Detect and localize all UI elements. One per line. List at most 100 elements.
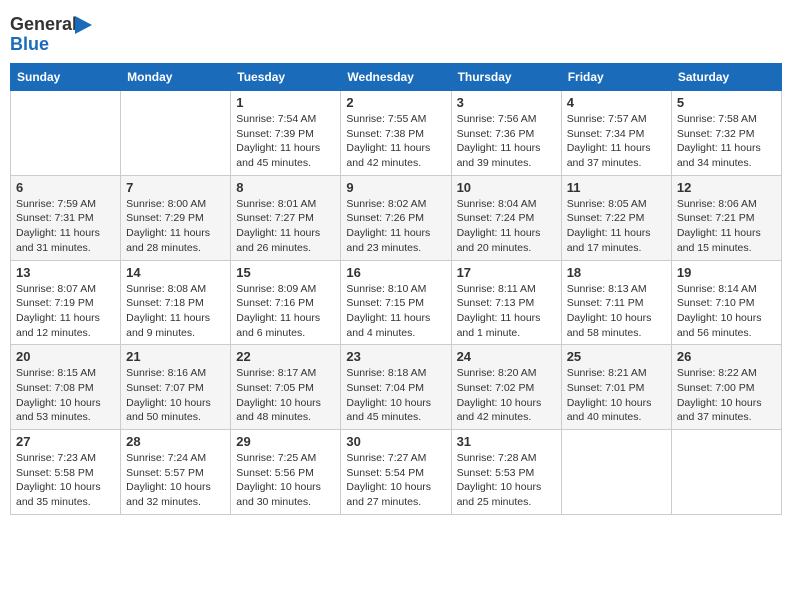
day-number: 19 — [677, 265, 776, 280]
day-number: 5 — [677, 95, 776, 110]
day-number: 8 — [236, 180, 335, 195]
day-number: 20 — [16, 349, 115, 364]
day-number: 23 — [346, 349, 445, 364]
day-info: Sunrise: 8:22 AM Sunset: 7:00 PM Dayligh… — [677, 366, 776, 425]
calendar-cell: 3 Sunrise: 7:56 AM Sunset: 7:36 PM Daylig… — [451, 91, 561, 176]
calendar-cell: 25 Sunrise: 8:21 AM Sunset: 7:01 PM Dayli… — [561, 345, 671, 430]
day-info: Sunrise: 7:28 AM Sunset: 5:53 PM Dayligh… — [457, 451, 556, 510]
calendar-cell — [671, 430, 781, 515]
week-row-1: 1 Sunrise: 7:54 AM Sunset: 7:39 PM Daylig… — [11, 91, 782, 176]
day-info: Sunrise: 7:24 AM Sunset: 5:57 PM Dayligh… — [126, 451, 225, 510]
calendar-cell: 21 Sunrise: 8:16 AM Sunset: 7:07 PM Dayli… — [121, 345, 231, 430]
page-header: GeneralBlue — [10, 10, 782, 55]
calendar-cell: 18 Sunrise: 8:13 AM Sunset: 7:11 PM Dayli… — [561, 260, 671, 345]
day-info: Sunrise: 7:25 AM Sunset: 5:56 PM Dayligh… — [236, 451, 335, 510]
day-info: Sunrise: 7:58 AM Sunset: 7:32 PM Dayligh… — [677, 112, 776, 171]
weekday-header-wednesday: Wednesday — [341, 64, 451, 91]
day-info: Sunrise: 8:16 AM Sunset: 7:07 PM Dayligh… — [126, 366, 225, 425]
svg-text:Blue: Blue — [10, 34, 49, 54]
weekday-header-tuesday: Tuesday — [231, 64, 341, 91]
day-number: 26 — [677, 349, 776, 364]
day-number: 9 — [346, 180, 445, 195]
day-info: Sunrise: 8:07 AM Sunset: 7:19 PM Dayligh… — [16, 282, 115, 341]
calendar-cell: 19 Sunrise: 8:14 AM Sunset: 7:10 PM Dayli… — [671, 260, 781, 345]
calendar-table: SundayMondayTuesdayWednesdayThursdayFrid… — [10, 63, 782, 515]
calendar-cell — [561, 430, 671, 515]
calendar-cell: 9 Sunrise: 8:02 AM Sunset: 7:26 PM Daylig… — [341, 175, 451, 260]
calendar-cell: 7 Sunrise: 8:00 AM Sunset: 7:29 PM Daylig… — [121, 175, 231, 260]
weekday-header-row: SundayMondayTuesdayWednesdayThursdayFrid… — [11, 64, 782, 91]
weekday-header-friday: Friday — [561, 64, 671, 91]
day-number: 3 — [457, 95, 556, 110]
day-number: 31 — [457, 434, 556, 449]
day-number: 14 — [126, 265, 225, 280]
day-info: Sunrise: 8:04 AM Sunset: 7:24 PM Dayligh… — [457, 197, 556, 256]
day-info: Sunrise: 7:59 AM Sunset: 7:31 PM Dayligh… — [16, 197, 115, 256]
day-number: 7 — [126, 180, 225, 195]
calendar-cell: 29Sunrise: 7:25 AM Sunset: 5:56 PM Dayli… — [231, 430, 341, 515]
day-info: Sunrise: 8:14 AM Sunset: 7:10 PM Dayligh… — [677, 282, 776, 341]
calendar-header: SundayMondayTuesdayWednesdayThursdayFrid… — [11, 64, 782, 91]
day-number: 24 — [457, 349, 556, 364]
day-number: 30 — [346, 434, 445, 449]
calendar-cell: 23 Sunrise: 8:18 AM Sunset: 7:04 PM Dayli… — [341, 345, 451, 430]
day-info: Sunrise: 7:27 AM Sunset: 5:54 PM Dayligh… — [346, 451, 445, 510]
calendar-cell: 10 Sunrise: 8:04 AM Sunset: 7:24 PM Dayli… — [451, 175, 561, 260]
day-info: Sunrise: 8:00 AM Sunset: 7:29 PM Dayligh… — [126, 197, 225, 256]
weekday-header-saturday: Saturday — [671, 64, 781, 91]
day-info: Sunrise: 7:54 AM Sunset: 7:39 PM Dayligh… — [236, 112, 335, 171]
calendar-cell: 16Sunrise: 8:10 AM Sunset: 7:15 PM Dayli… — [341, 260, 451, 345]
calendar-cell: 5 Sunrise: 7:58 AM Sunset: 7:32 PM Daylig… — [671, 91, 781, 176]
calendar-cell: 24 Sunrise: 8:20 AM Sunset: 7:02 PM Dayli… — [451, 345, 561, 430]
day-number: 10 — [457, 180, 556, 195]
day-info: Sunrise: 8:05 AM Sunset: 7:22 PM Dayligh… — [567, 197, 666, 256]
svg-text:General: General — [10, 14, 77, 34]
day-info: Sunrise: 8:08 AM Sunset: 7:18 PM Dayligh… — [126, 282, 225, 341]
calendar-cell: 2Sunrise: 7:55 AM Sunset: 7:38 PM Daylig… — [341, 91, 451, 176]
day-info: Sunrise: 8:21 AM Sunset: 7:01 PM Dayligh… — [567, 366, 666, 425]
day-info: Sunrise: 8:11 AM Sunset: 7:13 PM Dayligh… — [457, 282, 556, 341]
week-row-3: 13 Sunrise: 8:07 AM Sunset: 7:19 PM Dayli… — [11, 260, 782, 345]
calendar-cell: 13 Sunrise: 8:07 AM Sunset: 7:19 PM Dayli… — [11, 260, 121, 345]
calendar-cell: 27Sunrise: 7:23 AM Sunset: 5:58 PM Dayli… — [11, 430, 121, 515]
day-number: 22 — [236, 349, 335, 364]
calendar-cell: 26 Sunrise: 8:22 AM Sunset: 7:00 PM Dayli… — [671, 345, 781, 430]
day-info: Sunrise: 8:02 AM Sunset: 7:26 PM Dayligh… — [346, 197, 445, 256]
day-info: Sunrise: 7:56 AM Sunset: 7:36 PM Dayligh… — [457, 112, 556, 171]
day-number: 25 — [567, 349, 666, 364]
day-number: 6 — [16, 180, 115, 195]
calendar-cell — [121, 91, 231, 176]
day-number: 13 — [16, 265, 115, 280]
calendar-cell: 20 Sunrise: 8:15 AM Sunset: 7:08 PM Dayli… — [11, 345, 121, 430]
week-row-4: 20 Sunrise: 8:15 AM Sunset: 7:08 PM Dayli… — [11, 345, 782, 430]
logo: GeneralBlue — [10, 10, 100, 55]
day-number: 2 — [346, 95, 445, 110]
calendar-cell: 30 Sunrise: 7:27 AM Sunset: 5:54 PM Dayli… — [341, 430, 451, 515]
calendar-body: 1 Sunrise: 7:54 AM Sunset: 7:39 PM Daylig… — [11, 91, 782, 515]
calendar-cell: 15 Sunrise: 8:09 AM Sunset: 7:16 PM Dayli… — [231, 260, 341, 345]
day-info: Sunrise: 8:20 AM Sunset: 7:02 PM Dayligh… — [457, 366, 556, 425]
calendar-cell: 12Sunrise: 8:06 AM Sunset: 7:21 PM Dayli… — [671, 175, 781, 260]
weekday-header-thursday: Thursday — [451, 64, 561, 91]
day-info: Sunrise: 8:09 AM Sunset: 7:16 PM Dayligh… — [236, 282, 335, 341]
day-number: 21 — [126, 349, 225, 364]
weekday-header-sunday: Sunday — [11, 64, 121, 91]
calendar-cell: 22Sunrise: 8:17 AM Sunset: 7:05 PM Dayli… — [231, 345, 341, 430]
day-number: 11 — [567, 180, 666, 195]
day-info: Sunrise: 8:06 AM Sunset: 7:21 PM Dayligh… — [677, 197, 776, 256]
day-info: Sunrise: 8:18 AM Sunset: 7:04 PM Dayligh… — [346, 366, 445, 425]
weekday-header-monday: Monday — [121, 64, 231, 91]
day-number: 18 — [567, 265, 666, 280]
calendar-cell: 4Sunrise: 7:57 AM Sunset: 7:34 PM Daylig… — [561, 91, 671, 176]
day-number: 1 — [236, 95, 335, 110]
day-number: 28 — [126, 434, 225, 449]
calendar-cell: 14 Sunrise: 8:08 AM Sunset: 7:18 PM Dayli… — [121, 260, 231, 345]
day-info: Sunrise: 8:13 AM Sunset: 7:11 PM Dayligh… — [567, 282, 666, 341]
day-number: 15 — [236, 265, 335, 280]
calendar-cell: 31 Sunrise: 7:28 AM Sunset: 5:53 PM Dayli… — [451, 430, 561, 515]
calendar-cell: 17Sunrise: 8:11 AM Sunset: 7:13 PM Dayli… — [451, 260, 561, 345]
day-info: Sunrise: 8:01 AM Sunset: 7:27 PM Dayligh… — [236, 197, 335, 256]
day-info: Sunrise: 8:15 AM Sunset: 7:08 PM Dayligh… — [16, 366, 115, 425]
week-row-2: 6 Sunrise: 7:59 AM Sunset: 7:31 PM Daylig… — [11, 175, 782, 260]
calendar-cell: 6 Sunrise: 7:59 AM Sunset: 7:31 PM Daylig… — [11, 175, 121, 260]
